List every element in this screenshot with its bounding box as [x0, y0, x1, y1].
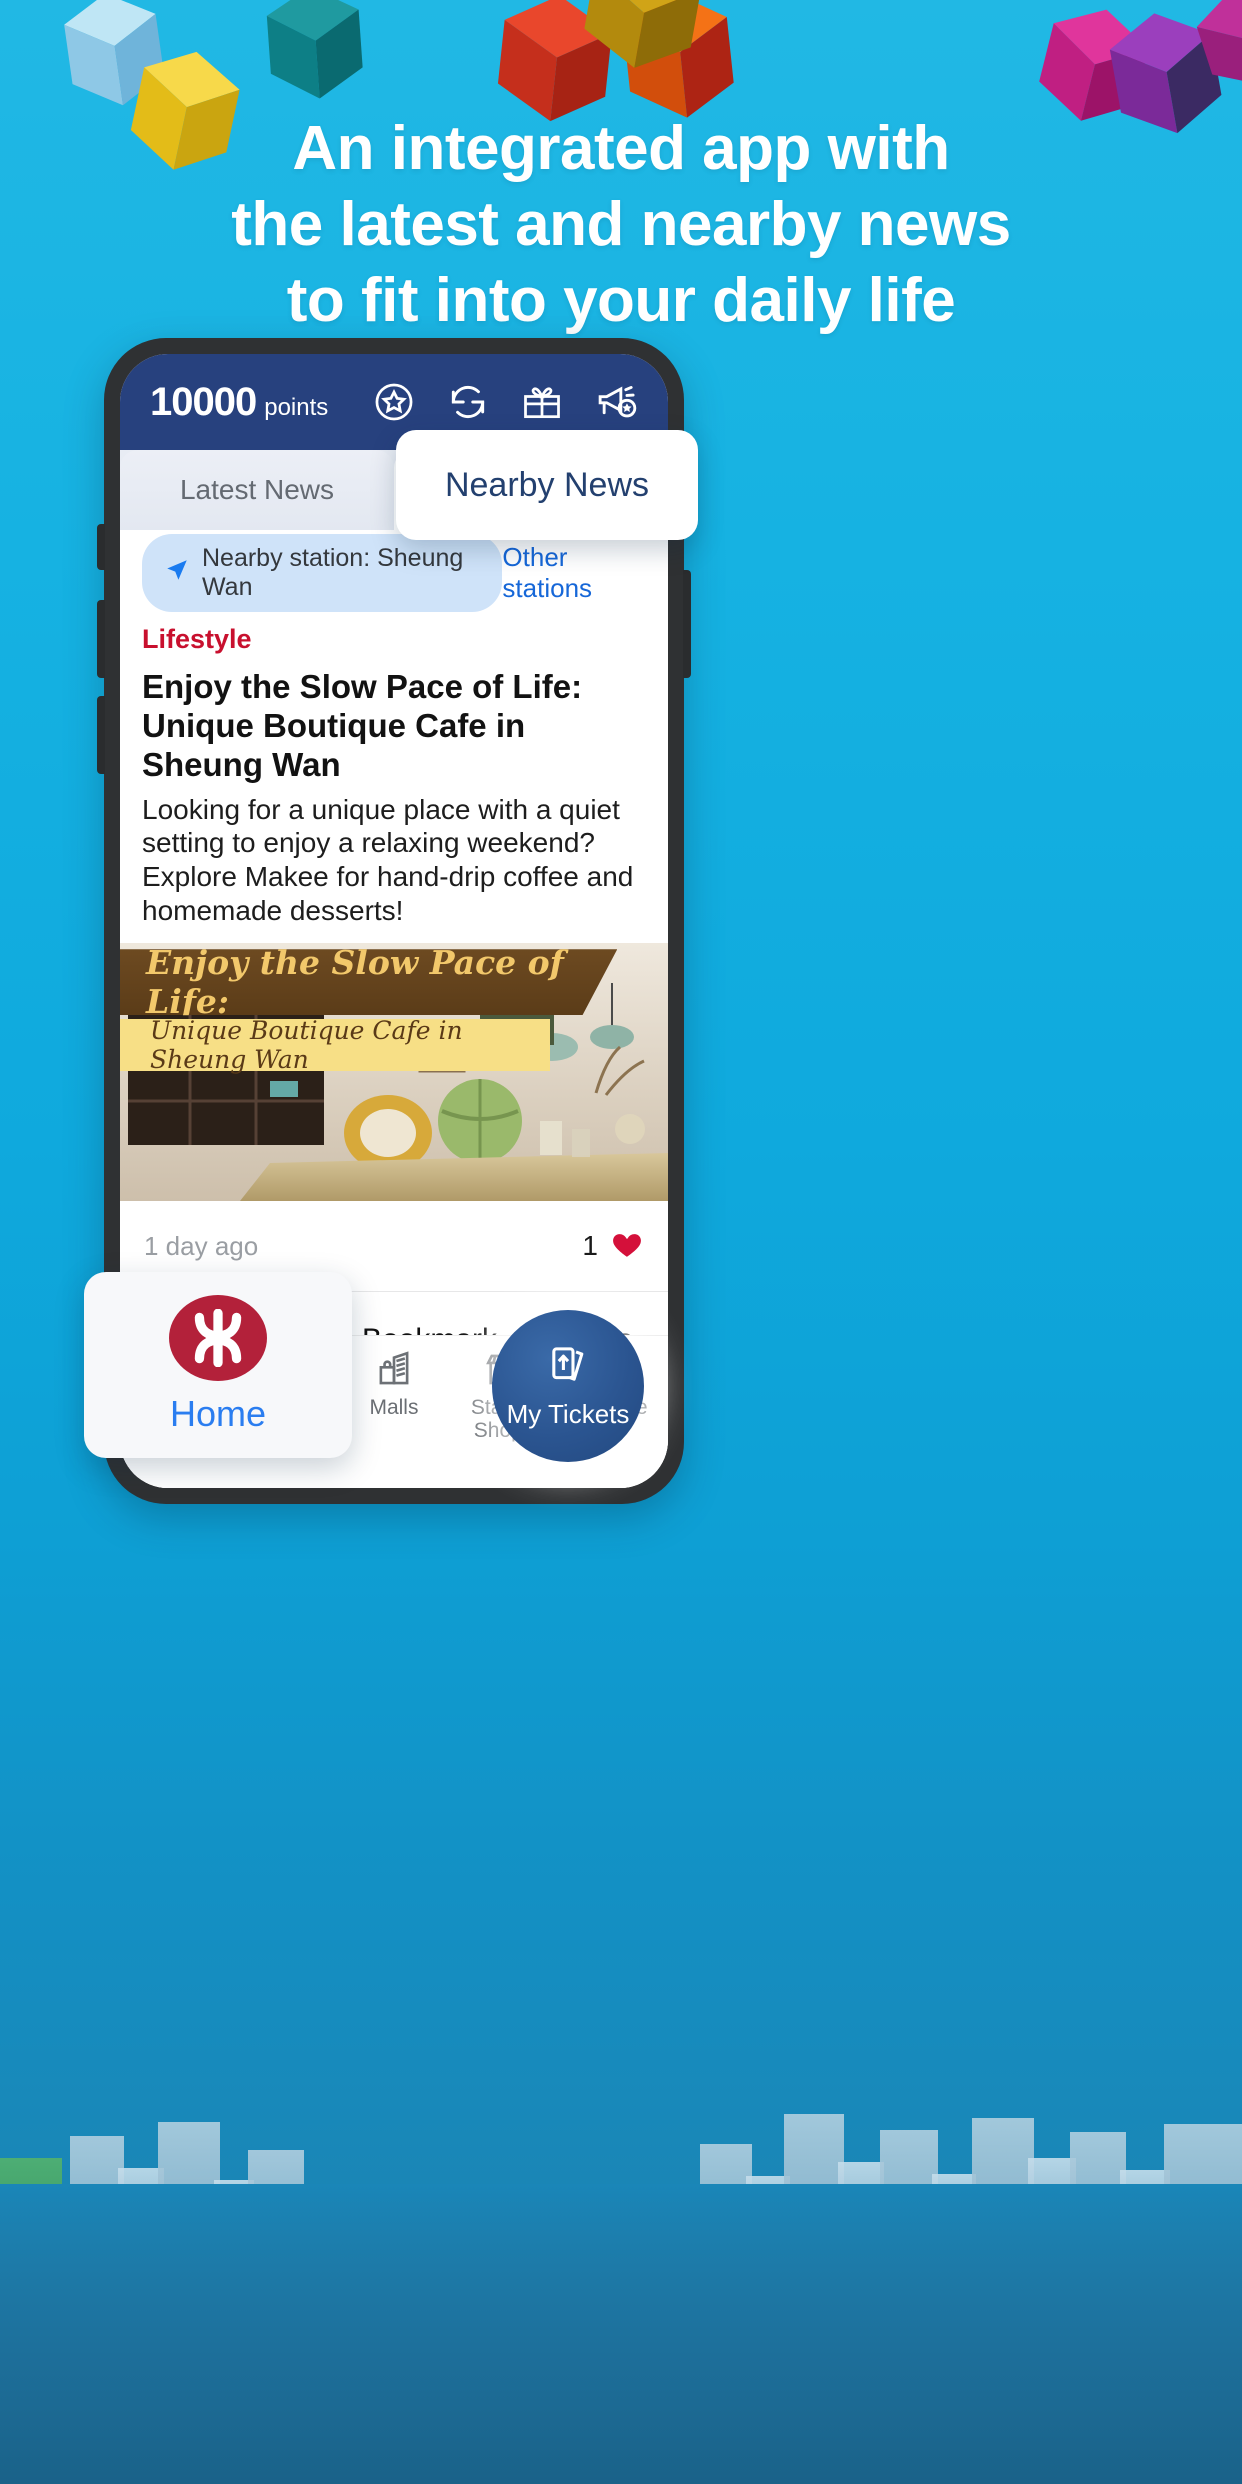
tickets-icon: [545, 1342, 591, 1395]
phone-button-volume-up: [97, 600, 105, 678]
heart-filled-icon: [610, 1227, 644, 1266]
tab-latest-news[interactable]: Latest News: [120, 450, 394, 530]
article-card[interactable]: Lifestyle Enjoy the Slow Pace of Life: U…: [120, 624, 668, 928]
phone-button-power: [683, 570, 691, 678]
image-banner-title: Enjoy the Slow Pace of Life:: [120, 949, 618, 1016]
my-tickets-button[interactable]: My Tickets: [492, 1310, 644, 1462]
article-category: Lifestyle: [142, 624, 252, 654]
article-title: Enjoy the Slow Pace of Life: Unique Bout…: [142, 668, 583, 783]
my-tickets-label: My Tickets: [506, 1399, 630, 1429]
megaphone-star-icon[interactable]: [594, 379, 640, 425]
mall-icon: [373, 1348, 415, 1390]
nav-label-malls: Malls: [369, 1396, 419, 1419]
star-badge-icon[interactable]: [372, 380, 416, 424]
nearby-station-label: Nearby station: Sheung Wan: [202, 544, 464, 601]
sidebar-item-malls[interactable]: Malls: [339, 1348, 449, 1419]
tab-nearby-news[interactable]: Nearby News: [396, 430, 698, 540]
article-timestamp: 1 day ago: [144, 1230, 259, 1261]
other-stations-link[interactable]: Other stations: [502, 542, 646, 604]
navigation-arrow-icon: [164, 557, 190, 587]
home-nav-highlight[interactable]: Home: [84, 1272, 352, 1458]
article-image[interactable]: Enjoy the Slow Pace of Life: Unique Bout…: [120, 943, 668, 1202]
promo-headline: An integrated app with the latest and ne…: [0, 118, 1242, 346]
article-description: Looking for a unique place with a quiet …: [142, 793, 634, 926]
headline-line-3: to fit into your daily life: [286, 266, 956, 335]
headline-line-1: An integrated app with: [292, 114, 950, 183]
gift-icon[interactable]: [520, 380, 564, 424]
header-icon-group: [372, 379, 644, 425]
like-count: 1: [582, 1230, 598, 1262]
refresh-icon[interactable]: [446, 380, 490, 424]
mtr-logo-icon: [169, 1295, 267, 1381]
points-display: 10000 points: [150, 380, 328, 425]
phone-mockup: 10000 points Latest News Nearby station:…: [84, 338, 698, 1504]
nearby-station-chip[interactable]: Nearby station: Sheung Wan: [142, 534, 503, 612]
like-counter: 1: [582, 1227, 644, 1266]
headline-line-2: the latest and nearby news: [231, 190, 1011, 259]
points-unit: points: [264, 393, 329, 421]
home-nav-label: Home: [169, 1393, 267, 1434]
points-value: 10000: [150, 379, 257, 424]
harbour-water: [0, 2184, 1242, 2484]
phone-button-mute: [97, 524, 105, 570]
phone-button-volume-down: [97, 696, 105, 774]
image-banner-subtitle: Unique Boutique Cafe in Sheung Wan: [120, 1016, 551, 1074]
station-bar: Nearby station: Sheung Wan Other station…: [120, 530, 668, 616]
